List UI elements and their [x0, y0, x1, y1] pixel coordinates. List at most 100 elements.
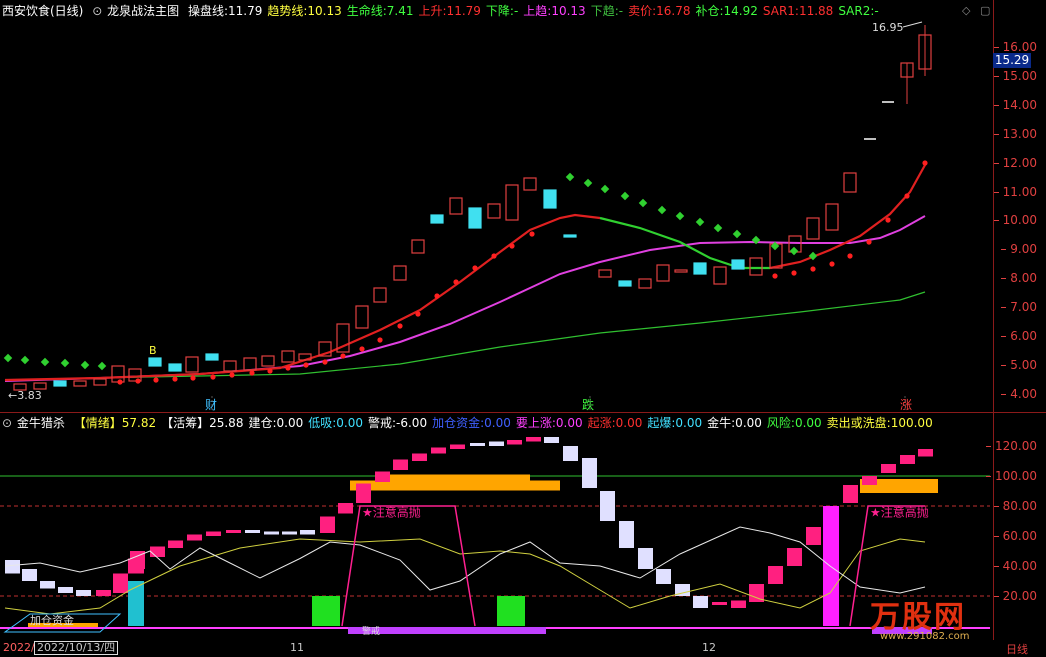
dropdown-icon[interactable]: ⊙	[92, 4, 102, 18]
main-value-4: 下降:-	[485, 4, 519, 18]
candle	[205, 353, 219, 361]
sub-value-10: 风险:0.00	[766, 416, 822, 430]
funds-label: 加仓资金	[30, 613, 74, 627]
main-value-0: 操盘线:11.79	[187, 4, 263, 18]
candle	[93, 378, 107, 386]
candle	[674, 269, 688, 273]
indicator-axis[interactable]: 120.00 100.00 80.00 60.00 40.00 20.00	[986, 413, 1046, 640]
sub-value-2: 建仓:0.00	[248, 416, 304, 430]
price-tick: 7.00	[1001, 300, 1037, 315]
sar-dot-green	[80, 360, 90, 370]
sar-dot-red	[340, 353, 346, 359]
sar-dot-green	[732, 229, 742, 239]
sentiment-bar	[768, 566, 783, 584]
sar-dot-red	[285, 365, 291, 371]
sentiment-bar	[582, 458, 597, 488]
sub-value-7: 起涨:0.00	[587, 416, 643, 430]
sar-dot-red	[229, 372, 235, 378]
rally-pillar	[823, 506, 839, 626]
sentiment-bar	[843, 485, 858, 503]
annotation-high-sell: ★注意高抛	[362, 505, 421, 520]
sub-dropdown-icon[interactable]: ⊙	[2, 416, 12, 430]
candle	[806, 217, 820, 240]
signal-marker: 涨	[900, 397, 912, 412]
sentiment-bar	[900, 455, 915, 464]
sentiment-bar	[656, 569, 671, 584]
collapse-icon[interactable]: ▢	[980, 4, 990, 17]
sar-dot-green	[638, 198, 648, 208]
sentiment-bar	[918, 449, 933, 457]
candle	[749, 257, 763, 276]
sentiment-bar	[226, 530, 241, 533]
candle	[543, 189, 557, 209]
sar-dot-red	[249, 370, 255, 376]
price-tick: 14.00	[993, 97, 1037, 112]
life-line	[4, 291, 926, 381]
sar-dot-green	[600, 184, 610, 194]
price-tick: 5.00	[1001, 357, 1037, 372]
high-sell-zone	[341, 505, 476, 627]
candle	[261, 355, 275, 367]
price-chart[interactable]: 16.95 ←3.83 B 财 跌 涨	[0, 0, 992, 412]
price-tick: 4.00	[1001, 386, 1037, 401]
sub-value-4: 警戒:-6.00	[367, 416, 428, 430]
candle	[563, 234, 577, 238]
sub-value-5: 加仓资金:0.00	[432, 416, 511, 430]
sar-dot-red	[810, 266, 816, 272]
indicator-tick: 80.00	[993, 499, 1037, 513]
date-label-dec: 12	[702, 641, 716, 654]
risk-block	[497, 596, 525, 626]
candle	[355, 305, 369, 329]
candle	[393, 265, 407, 281]
sentiment-bar	[5, 560, 20, 574]
sar-dot-green	[620, 191, 630, 201]
sar-dot-red	[829, 261, 835, 267]
low-price-label: ←3.83	[8, 389, 42, 402]
indicator-tick: 20.00	[993, 589, 1037, 603]
main-legend: 西安饮食(日线) ⊙ 龙泉战法主图 操盘线:11.79 趋势线:10.13 生命线:…	[2, 2, 889, 19]
sar-dot-red	[509, 243, 515, 249]
sar-dot-red	[322, 359, 328, 365]
indicator-chart[interactable]: ★注意高抛 ★注意高抛加仓资金警戒	[0, 413, 992, 640]
sub-chart-pane[interactable]: ★注意高抛 ★注意高抛 加仓资金 警戒 ⊙ 金牛猎杀 【情绪】57.82 【活筹】25.…	[0, 413, 992, 640]
sentiment-bar	[712, 602, 727, 605]
main-value-7: 卖价:16.78	[628, 4, 691, 18]
current-price-tag: 15.29	[993, 53, 1031, 68]
sar-dot-red	[453, 279, 459, 285]
candle	[468, 207, 482, 229]
candle	[693, 262, 707, 275]
candle	[843, 172, 857, 193]
date-axis[interactable]: 2022/ 2022/10/13/四 11 12 日线	[0, 641, 1046, 656]
sub-indicator-name[interactable]: 金牛猎杀	[17, 416, 65, 430]
sar-dot-red	[172, 376, 178, 382]
sub-value-9: 金牛:0.00	[707, 416, 762, 430]
candle	[487, 203, 501, 219]
sar-dot-green	[675, 211, 685, 221]
candle	[281, 350, 295, 363]
price-tick: 6.00	[1001, 329, 1037, 343]
sentiment-bar	[264, 531, 279, 535]
indicator-name[interactable]: 龙泉战法主图	[107, 4, 179, 18]
price-tick: 13.00	[993, 126, 1037, 141]
sentiment-bar	[282, 531, 297, 535]
diamond-icon[interactable]: ◇	[962, 4, 970, 17]
stock-title[interactable]: 西安饮食(日线)	[2, 4, 83, 18]
date-label-cursor: 2022/10/13/四	[34, 641, 119, 655]
sar-dot-red	[791, 270, 797, 276]
sar-dot-green	[583, 178, 593, 188]
indicator-tick: 120.00	[986, 439, 1037, 453]
risk-block	[312, 596, 340, 626]
sentiment-bar	[881, 464, 896, 473]
sentiment-bar	[693, 596, 708, 608]
annotation-high-sell: ★注意高抛	[870, 505, 929, 520]
sar-dot-red	[904, 193, 910, 199]
sar-dot-red	[153, 377, 159, 383]
sar-dot-red	[772, 273, 778, 279]
price-tick: 10.00	[993, 213, 1037, 228]
sentiment-bar	[206, 531, 221, 536]
sentiment-bar	[619, 521, 634, 548]
indicator-tick: 60.00	[993, 529, 1037, 543]
sentiment-bar	[526, 437, 541, 442]
sar-dot-green	[695, 217, 705, 227]
main-chart-pane[interactable]: 16.95 ←3.83 B 财 跌 涨 西安饮食(日线) ⊙ 龙泉战法主图 操盘线:11.…	[0, 0, 992, 412]
